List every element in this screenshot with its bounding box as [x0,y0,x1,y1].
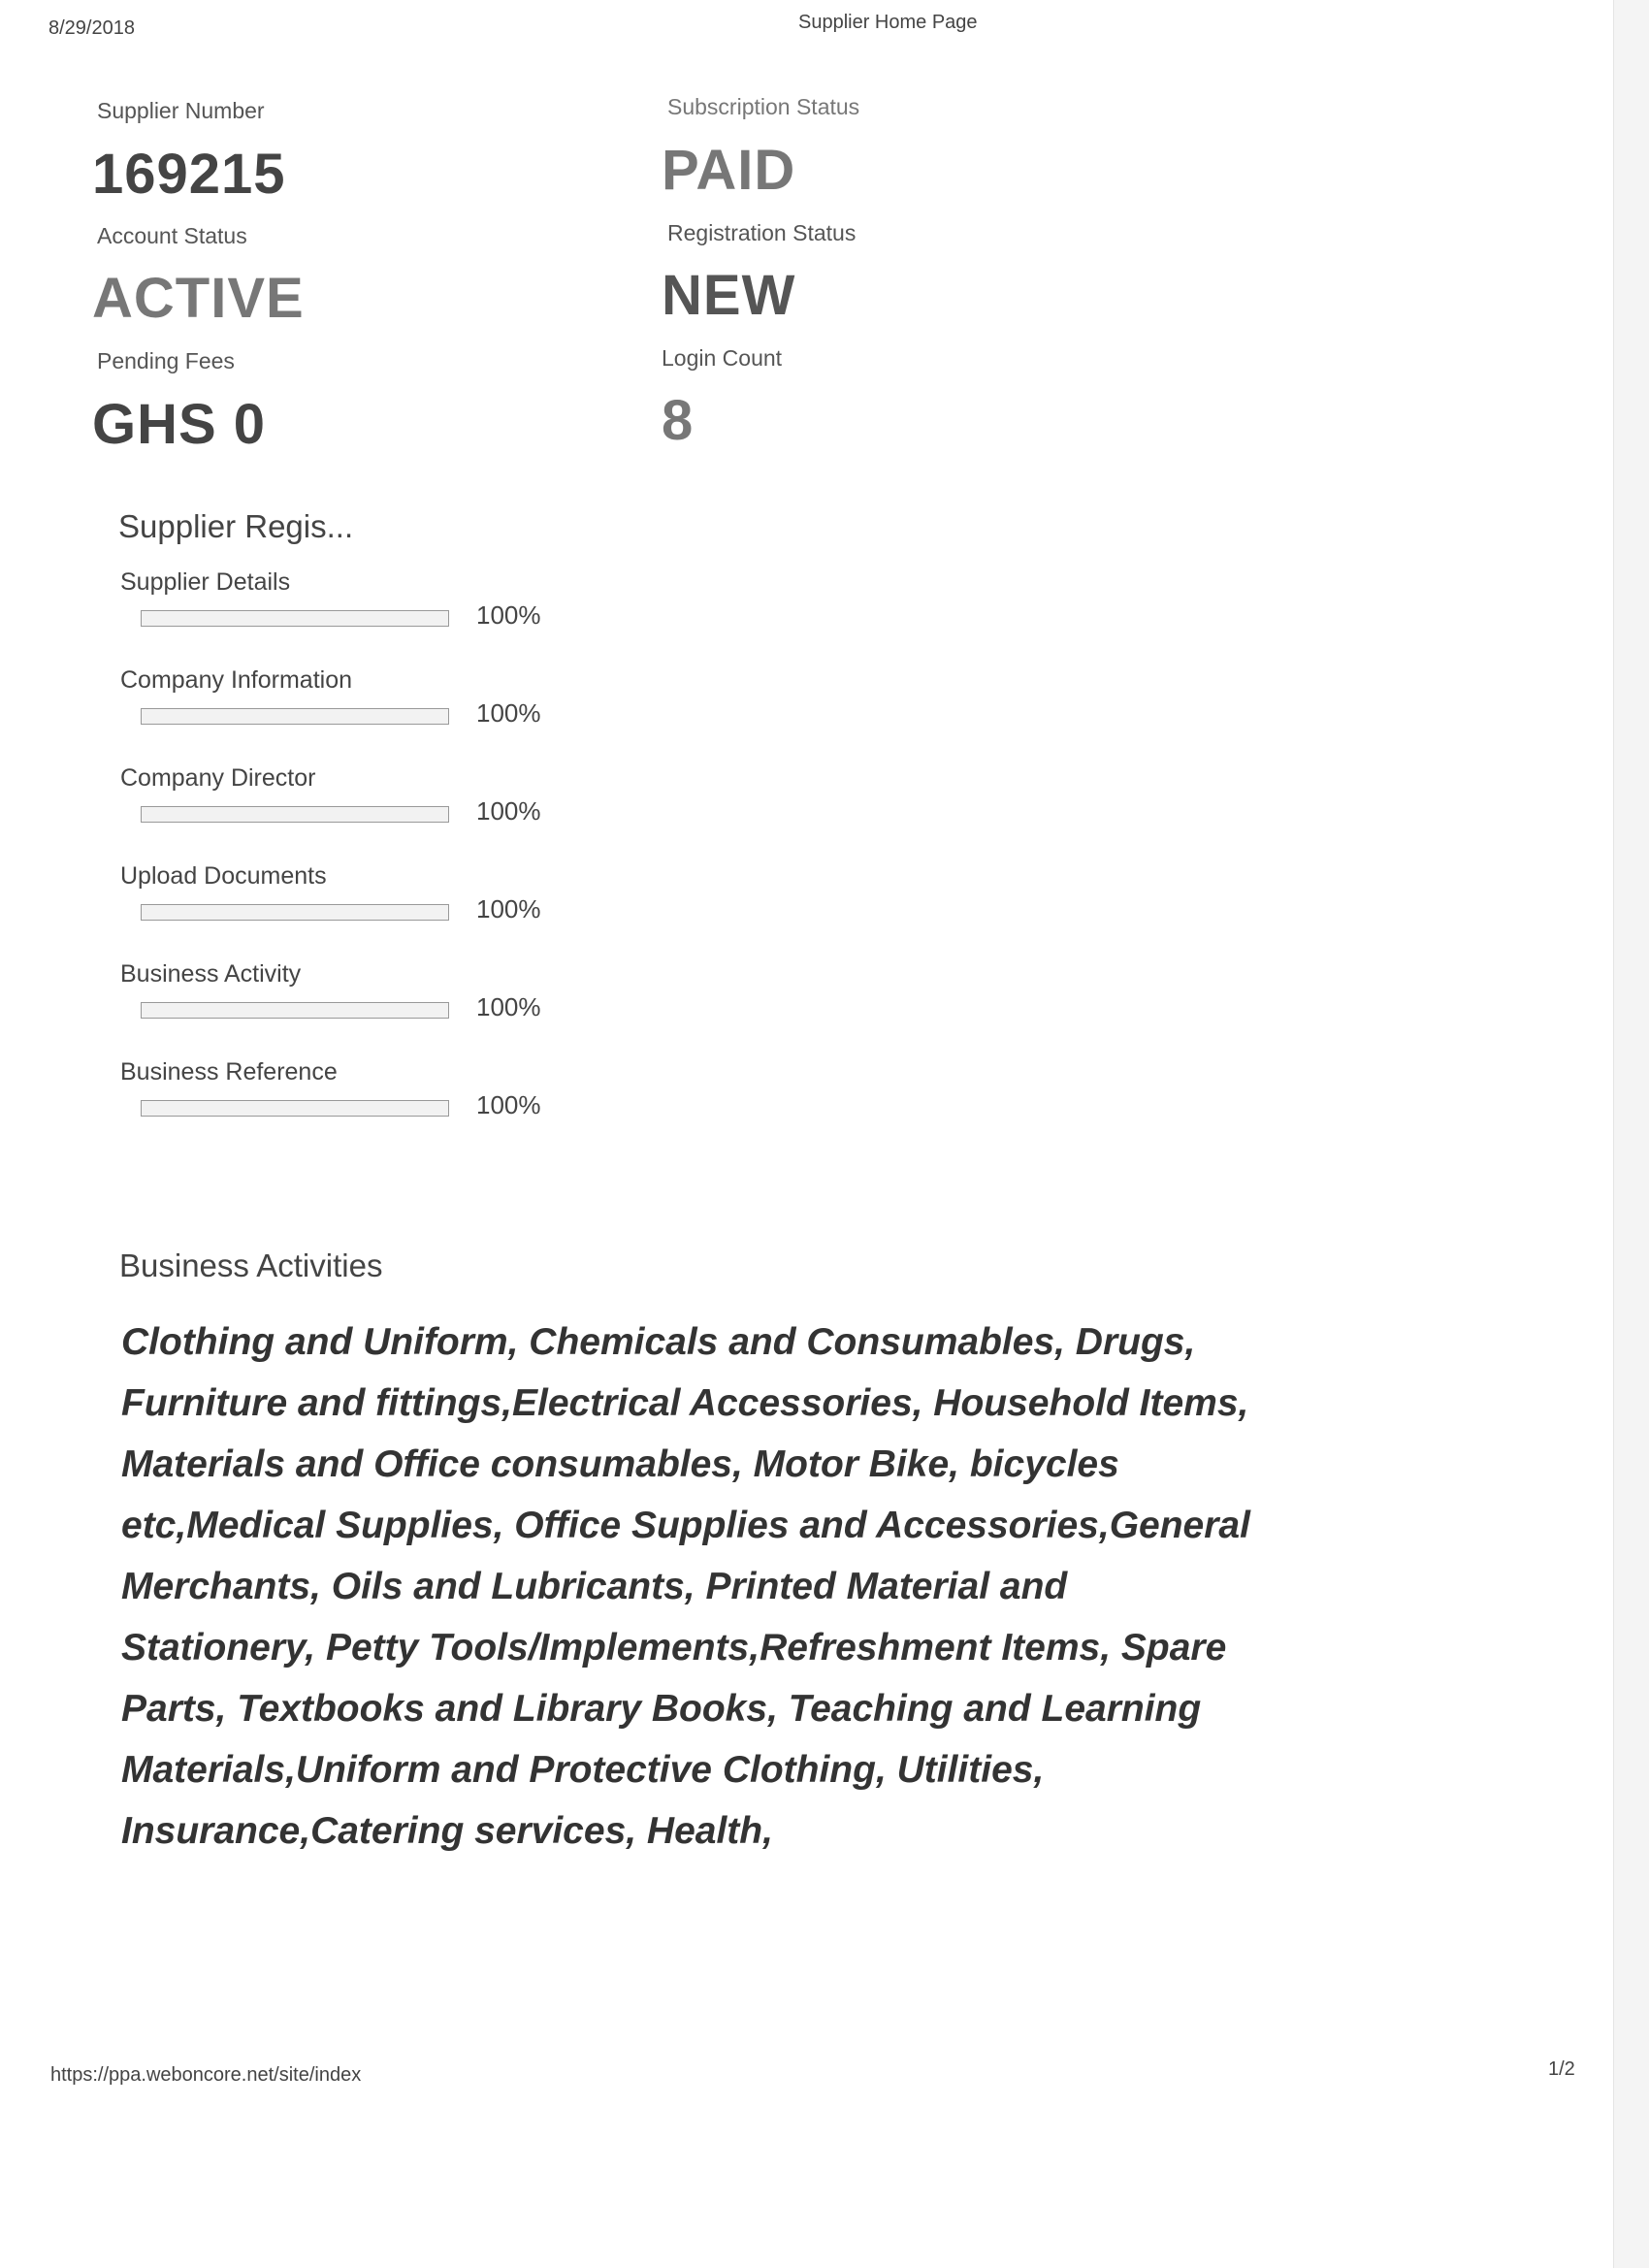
registration-item-percent: 100% [476,1090,541,1119]
progress-fill [142,611,448,626]
scan-edge [1613,0,1649,2268]
registration-item-label: Company Information [120,666,353,694]
registration-item-label: Business Reference [120,1058,338,1085]
print-date: 8/29/2018 [48,17,135,39]
registration-item-label: Business Activity [120,960,302,988]
registration-progress-bar [141,1002,449,1019]
registration-item-label: Supplier Details [120,568,291,596]
registration-item-percent: 100% [476,992,541,1021]
registration-item-label: Company Director [120,764,316,792]
registration-item-percent: 100% [476,698,541,728]
account-status-label: Account Status [97,223,247,248]
registration-progress-bar [141,806,449,823]
registration-progress-bar [141,610,449,627]
business-activities-title: Business Activities [119,1247,383,1283]
registration-progress-bar [141,904,449,921]
supplier-number-label: Supplier Number [97,98,265,123]
business-activities-list: Clothing and Uniform, Chemicals and Cons… [121,1321,1250,1852]
pending-fees-label: Pending Fees [97,348,235,373]
registration-status-label: Registration Status [667,220,857,245]
registration-progress-bar [141,708,449,725]
registration-item-percent: 100% [476,894,541,923]
page-number: 1/2 [1548,2058,1575,2080]
supplier-number-value: 169215 [92,143,286,206]
registration-item-percent: 100% [476,796,541,826]
footer-url: https://ppa.weboncore.net/site/index [50,2064,362,2086]
registration-item-label: Upload Documents [120,862,327,890]
registration-item-percent: 100% [476,600,541,630]
login-count-value: 8 [662,389,695,452]
account-status-value: ACTIVE [92,267,305,330]
registration-progress-bar [141,1100,449,1117]
login-count-label: Login Count [662,345,783,371]
progress-fill [142,709,448,724]
registration-section-title: Supplier Regis... [118,508,354,544]
pending-fees-value: GHS 0 [92,393,267,456]
progress-fill [142,1101,448,1116]
progress-fill [142,807,448,822]
subscription-status-label: Subscription Status [667,94,860,119]
progress-fill [142,1003,448,1018]
registration-status-value: NEW [662,264,796,327]
subscription-status-value: PAID [662,139,796,202]
progress-fill [142,905,448,920]
page-title: Supplier Home Page [798,12,978,33]
